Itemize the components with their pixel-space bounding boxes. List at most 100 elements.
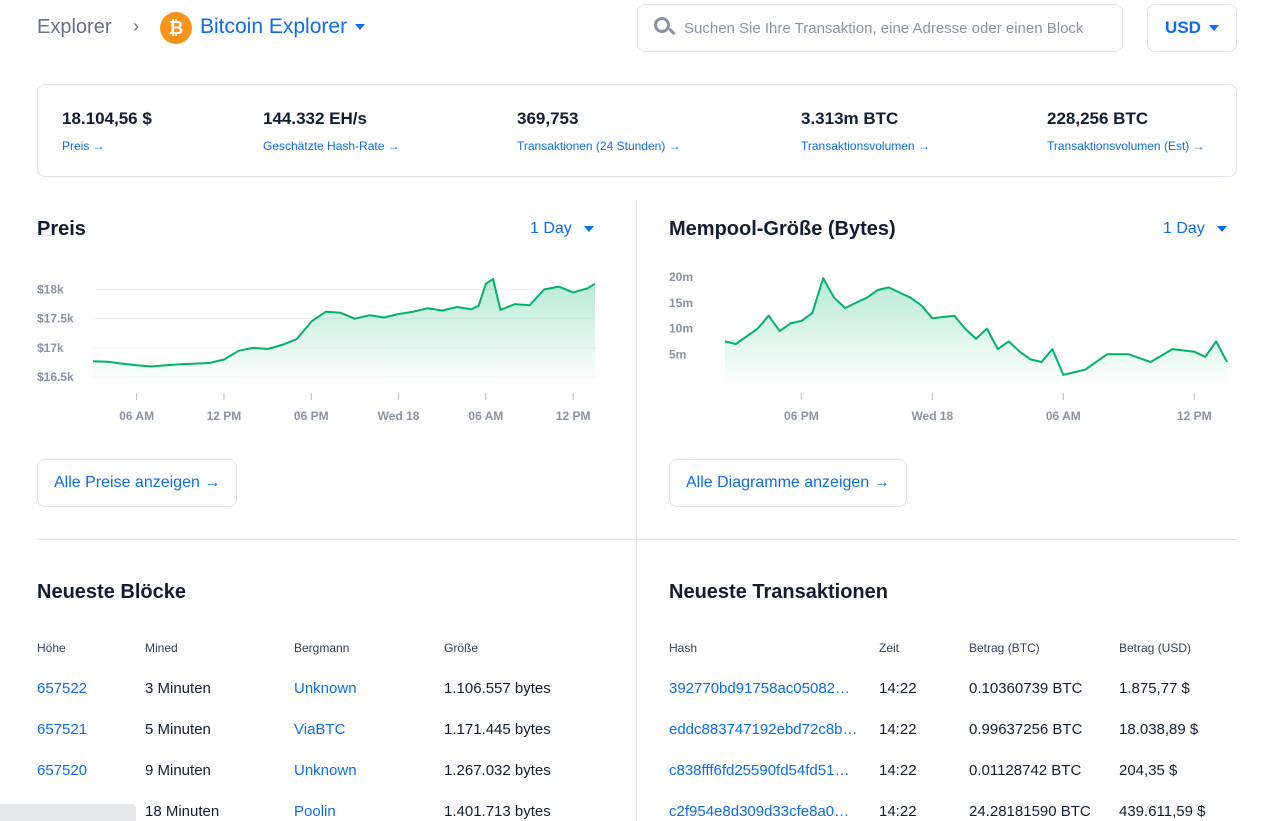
stat-value: 3.313m BTC (801, 109, 899, 128)
currency-label: USD (1165, 18, 1201, 37)
column-divider (636, 201, 637, 821)
stat-value: 228,256 BTC (1047, 109, 1149, 128)
mempool-range-selector[interactable]: 1 Day (1163, 220, 1227, 238)
tx-amount-btc: 0.99637256 BTC (969, 721, 1083, 738)
stat-value: 144.332 EH/s (263, 109, 367, 128)
mempool-chart-title: Mempool-Größe (Bytes) (669, 218, 896, 240)
block-miner-link[interactable]: Unknown (294, 680, 357, 697)
mempool-chart: 20m 15m 10m 5m 06 PM Wed 18 06 AM 12 PM (669, 270, 1228, 423)
tx-amount-usd: 439.611,59 $ (1119, 803, 1206, 820)
block-size: 1.401.713 bytes (444, 803, 551, 820)
column-header: Betrag (BTC) (969, 641, 1040, 655)
chevron-down-icon (1208, 25, 1219, 31)
tx-hash-link[interactable]: eddc883747192ebd72c8b… (669, 721, 858, 738)
search-box[interactable] (637, 4, 1123, 52)
x-tick-label: Wed 18 (911, 409, 953, 423)
y-tick-label: 20m (669, 270, 693, 284)
x-tick-label: 12 PM (556, 409, 591, 423)
tx-amount-btc: 0.01128742 BTC (969, 762, 1082, 779)
stat-volume: 3.313m BTC Transaktionsvolumen → (801, 109, 930, 153)
currency-selector[interactable]: USD (1147, 4, 1237, 52)
y-tick-label: $18k (37, 283, 64, 297)
blocks-title: Neueste Blöcke (37, 581, 186, 603)
y-tick-label: 15m (669, 296, 693, 310)
y-tick-label: $17k (37, 341, 64, 355)
explorer-selector-label: Bitcoin Explorer (200, 15, 348, 38)
range-label: 1 Day (1163, 220, 1205, 237)
series-area (93, 279, 595, 377)
stat-price: 18.104,56 $ Preis → (62, 109, 152, 153)
range-label: 1 Day (530, 220, 572, 237)
y-tick-label: 10m (669, 322, 693, 336)
column-header: Höhe (37, 641, 66, 655)
stat-hashrate: 144.332 EH/s Geschätzte Hash-Rate → (263, 109, 400, 153)
search-icon (654, 17, 676, 39)
block-size: 1.171.445 bytes (444, 721, 551, 738)
chevron-down-icon (1216, 226, 1227, 232)
price-chart: $18k $17.5k $17k $16.5k 06 AM 12 PM 06 PM Wed 1… (37, 278, 596, 423)
scroll-overlay-bar (0, 804, 136, 821)
tx-time: 14:22 (879, 680, 917, 697)
y-tick-label: $16.5k (37, 370, 74, 384)
bitcoin-logo-icon: ₿ (160, 12, 192, 44)
all-charts-button[interactable]: Alle Diagramme anzeigen → (669, 459, 907, 507)
top-bar: Explorer › ₿ Bitcoin Explorer USD (37, 0, 1237, 56)
price-chart-title: Preis (37, 218, 86, 240)
transactions-title: Neueste Transaktionen (669, 581, 888, 603)
tx-hash-link[interactable]: c2f954e8d309d33cfe8a0… (669, 803, 849, 820)
stat-value: 18.104,56 $ (62, 109, 152, 128)
all-prices-button[interactable]: Alle Preise anzeigen → (37, 459, 238, 507)
tx-time: 14:22 (879, 762, 917, 779)
column-header: Mined (145, 641, 178, 655)
tx-time: 14:22 (879, 803, 917, 820)
y-tick-label: 5m (669, 347, 686, 361)
block-mined: 5 Minuten (145, 721, 211, 738)
x-tick-label: 06 PM (294, 409, 329, 423)
block-miner-link[interactable]: Unknown (294, 762, 357, 779)
breadcrumb-explorer-link[interactable]: Explorer (37, 16, 111, 39)
stat-transactions: 369,753 Transaktionen (24 Stunden) → (517, 109, 681, 153)
series-area (725, 278, 1227, 380)
block-miner-link[interactable]: ViaBTC (294, 721, 345, 738)
chevron-down-icon (583, 226, 594, 232)
x-tick-label: 06 PM (784, 409, 819, 423)
tx-time: 14:22 (879, 721, 917, 738)
block-mined: 9 Minuten (145, 762, 211, 779)
explorer-selector-dropdown[interactable]: Bitcoin Explorer (200, 15, 366, 39)
column-header: Hash (669, 641, 698, 655)
block-height-link[interactable]: 657522 (37, 680, 87, 697)
block-height-link[interactable]: 657520 (37, 762, 87, 779)
tx-amount-usd: 1.875,77 $ (1119, 680, 1190, 697)
x-tick-label: 12 PM (1177, 409, 1212, 423)
stat-link[interactable]: Transaktionsvolumen → (801, 139, 930, 153)
block-height-link[interactable]: 657521 (37, 721, 87, 738)
search-input[interactable] (684, 19, 1104, 37)
tx-amount-usd: 204,35 $ (1119, 762, 1178, 779)
tx-amount-usd: 18.038,89 $ (1119, 721, 1199, 738)
stat-link[interactable]: Geschätzte Hash-Rate → (263, 139, 400, 153)
block-size: 1.267.032 bytes (444, 762, 551, 779)
x-tick-label: 06 AM (119, 409, 154, 423)
tx-amount-btc: 24.28181590 BTC (969, 803, 1091, 820)
column-header: Betrag (USD) (1119, 641, 1192, 655)
tx-hash-link[interactable]: c838fff6fd25590fd54fd51… (669, 762, 849, 779)
stats-card: 18.104,56 $ Preis → 144.332 EH/s Geschät… (37, 84, 1237, 177)
stat-link[interactable]: Preis → (62, 139, 152, 153)
stat-value: 369,753 (517, 109, 579, 128)
x-tick-label: Wed 18 (378, 409, 420, 423)
tx-hash-link[interactable]: 392770bd91758ac05082… (669, 680, 850, 697)
x-tick-label: 06 AM (1046, 409, 1081, 423)
stat-link[interactable]: Transaktionen (24 Stunden) → (517, 139, 681, 153)
stat-link[interactable]: Transaktionsvolumen (Est) → (1047, 139, 1205, 153)
stat-volume-est: 228,256 BTC Transaktionsvolumen (Est) → (1047, 109, 1205, 153)
section-divider (37, 539, 1237, 540)
x-tick-label: 12 PM (207, 409, 242, 423)
tx-amount-btc: 0.10360739 BTC (969, 680, 1083, 697)
breadcrumb-separator-icon: › (133, 16, 139, 36)
price-range-selector[interactable]: 1 Day (530, 220, 594, 238)
block-size: 1.106.557 bytes (444, 680, 551, 697)
y-tick-label: $17.5k (37, 312, 74, 326)
block-mined: 3 Minuten (145, 680, 211, 697)
x-tick-label: 06 AM (468, 409, 503, 423)
block-miner-link[interactable]: Poolin (294, 803, 336, 820)
